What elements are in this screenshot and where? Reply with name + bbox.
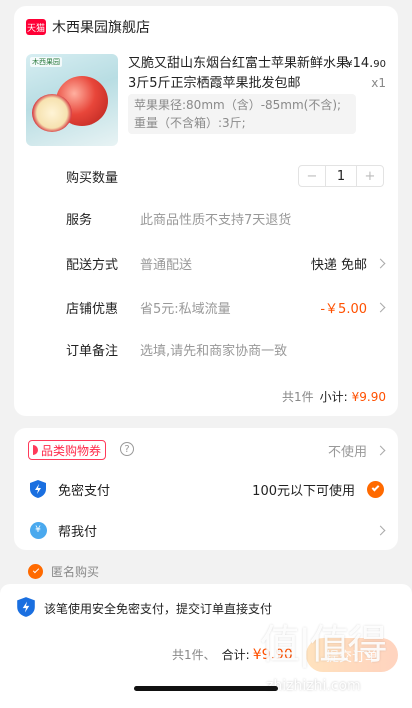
watermark: 值|值得 zhizhizhi.com — [258, 612, 408, 704]
check-icon[interactable] — [367, 480, 384, 498]
coupon-value[interactable]: 不使用 — [328, 441, 367, 460]
help-pay-icon-wrap: ¥ — [28, 520, 48, 540]
coupon-notch — [33, 445, 38, 455]
watermark-logo: 值|值得 — [260, 622, 387, 668]
anonymous-purchase[interactable]: 匿名购买 — [28, 563, 99, 580]
subtotal-label: 小计: — [319, 390, 348, 404]
help-pay-row[interactable]: ¥ 帮我付 — [28, 518, 386, 542]
decrement-button[interactable]: − — [299, 166, 325, 186]
quantity-stepper[interactable]: − 1 + — [298, 165, 384, 187]
payment-card: 品类购物券 ? 不使用 免密支付 100元以下可使用 ¥ 帮我付 — [14, 428, 398, 550]
check-icon[interactable] — [28, 564, 43, 579]
product-image-brand: 木西果园 — [30, 57, 62, 67]
shop-discount-row[interactable]: 店铺优惠 省5元:私域流量 -￥5.00 — [66, 295, 386, 319]
coupon-label: 品类购物券 — [41, 443, 102, 458]
subtotal: 共1件 小计: ¥9.90 — [282, 388, 386, 405]
price-integer: 14. — [352, 56, 374, 71]
shop-name[interactable]: 木西果园旗舰店 — [52, 17, 150, 37]
delivery-label: 配送方式 — [66, 257, 119, 273]
password-free-value: 100元以下可使用 — [252, 483, 355, 499]
shield-lightning-icon — [28, 479, 48, 499]
service-label: 服务 — [66, 212, 93, 228]
delivery-option[interactable]: 快递 免邮 — [311, 254, 367, 273]
payment-notice: 该笔使用安全免密支付，提交订单直接支付 — [16, 596, 272, 621]
service-row: 服务 此商品性质不支持7天退货 — [66, 206, 384, 230]
password-free-label: 免密支付 — [58, 483, 111, 499]
shop-discount-label: 店铺优惠 — [66, 301, 119, 317]
remark-input[interactable]: 选填,请先和商家协商一致 — [140, 340, 287, 359]
shop-discount-amount[interactable]: -￥5.00 — [320, 298, 367, 317]
sku-line: 苹果果径:80mm（含）-85mm(不含); — [134, 98, 342, 112]
apple-half-graphic — [32, 94, 72, 132]
remark-row[interactable]: 订单备注 选填,请先和商家协商一致 — [66, 337, 384, 361]
watermark-url: zhizhizhi.com — [266, 678, 361, 694]
product-title[interactable]: 又脆又甜山东烟台红富士苹果新鲜水果3斤5斤正宗栖霞苹果批发包邮 — [128, 54, 350, 94]
shield-lightning-icon — [16, 596, 36, 621]
quantity-row: 购买数量 − 1 + — [66, 164, 384, 188]
shop-discount-desc: 省5元:私域流量 — [140, 301, 231, 317]
subtotal-value: ¥9.90 — [351, 390, 386, 404]
price-decimal: 90 — [373, 59, 386, 70]
order-card: 天猫 木西果园旗舰店 木西果园 又脆又甜山东烟台红富士苹果新鲜水果3斤5斤正宗栖… — [14, 6, 398, 416]
product-image[interactable]: 木西果园 — [26, 54, 118, 146]
yen-coin-icon: ¥ — [29, 521, 47, 539]
product-price: ¥14.90 — [346, 56, 386, 71]
remark-label: 订单备注 — [66, 343, 119, 359]
chevron-right-icon[interactable] — [375, 302, 386, 312]
increment-button[interactable]: + — [357, 166, 383, 186]
home-indicator[interactable] — [134, 686, 278, 691]
shop-header[interactable]: 天猫 木西果园旗舰店 — [26, 16, 150, 38]
help-icon[interactable]: ? — [120, 442, 134, 456]
quantity-value[interactable]: 1 — [325, 166, 357, 186]
chevron-right-icon[interactable] — [375, 445, 386, 455]
total-label: 合计: — [221, 648, 250, 662]
total-count: 共1件、 — [172, 648, 216, 662]
payment-notice-text: 该笔使用安全免密支付，提交订单直接支付 — [44, 602, 273, 616]
help-pay-label: 帮我付 — [58, 524, 98, 540]
product-sku[interactable]: 苹果果径:80mm（含）-85mm(不含); 重量（不含箱）:3斤; — [128, 94, 356, 134]
subtotal-count: 共1件 — [281, 390, 314, 404]
coupon-row[interactable]: 不使用 — [214, 438, 386, 462]
chevron-right-icon[interactable] — [375, 258, 386, 268]
delivery-value: 普通配送 — [140, 257, 193, 273]
chevron-right-icon[interactable] — [375, 525, 386, 535]
tmall-badge: 天猫 — [26, 19, 46, 35]
quantity-label: 购买数量 — [66, 170, 119, 186]
service-value: 此商品性质不支持7天退货 — [140, 212, 292, 228]
sku-line: 重量（不含箱）:3斤; — [134, 116, 246, 130]
product-quantity: x1 — [371, 76, 386, 90]
coupon-tag[interactable]: 品类购物券 — [28, 440, 107, 460]
password-free-row[interactable]: 免密支付 100元以下可使用 — [28, 477, 384, 501]
delivery-row[interactable]: 配送方式 普通配送 快递 免邮 — [66, 251, 386, 275]
anonymous-label: 匿名购买 — [51, 565, 100, 579]
